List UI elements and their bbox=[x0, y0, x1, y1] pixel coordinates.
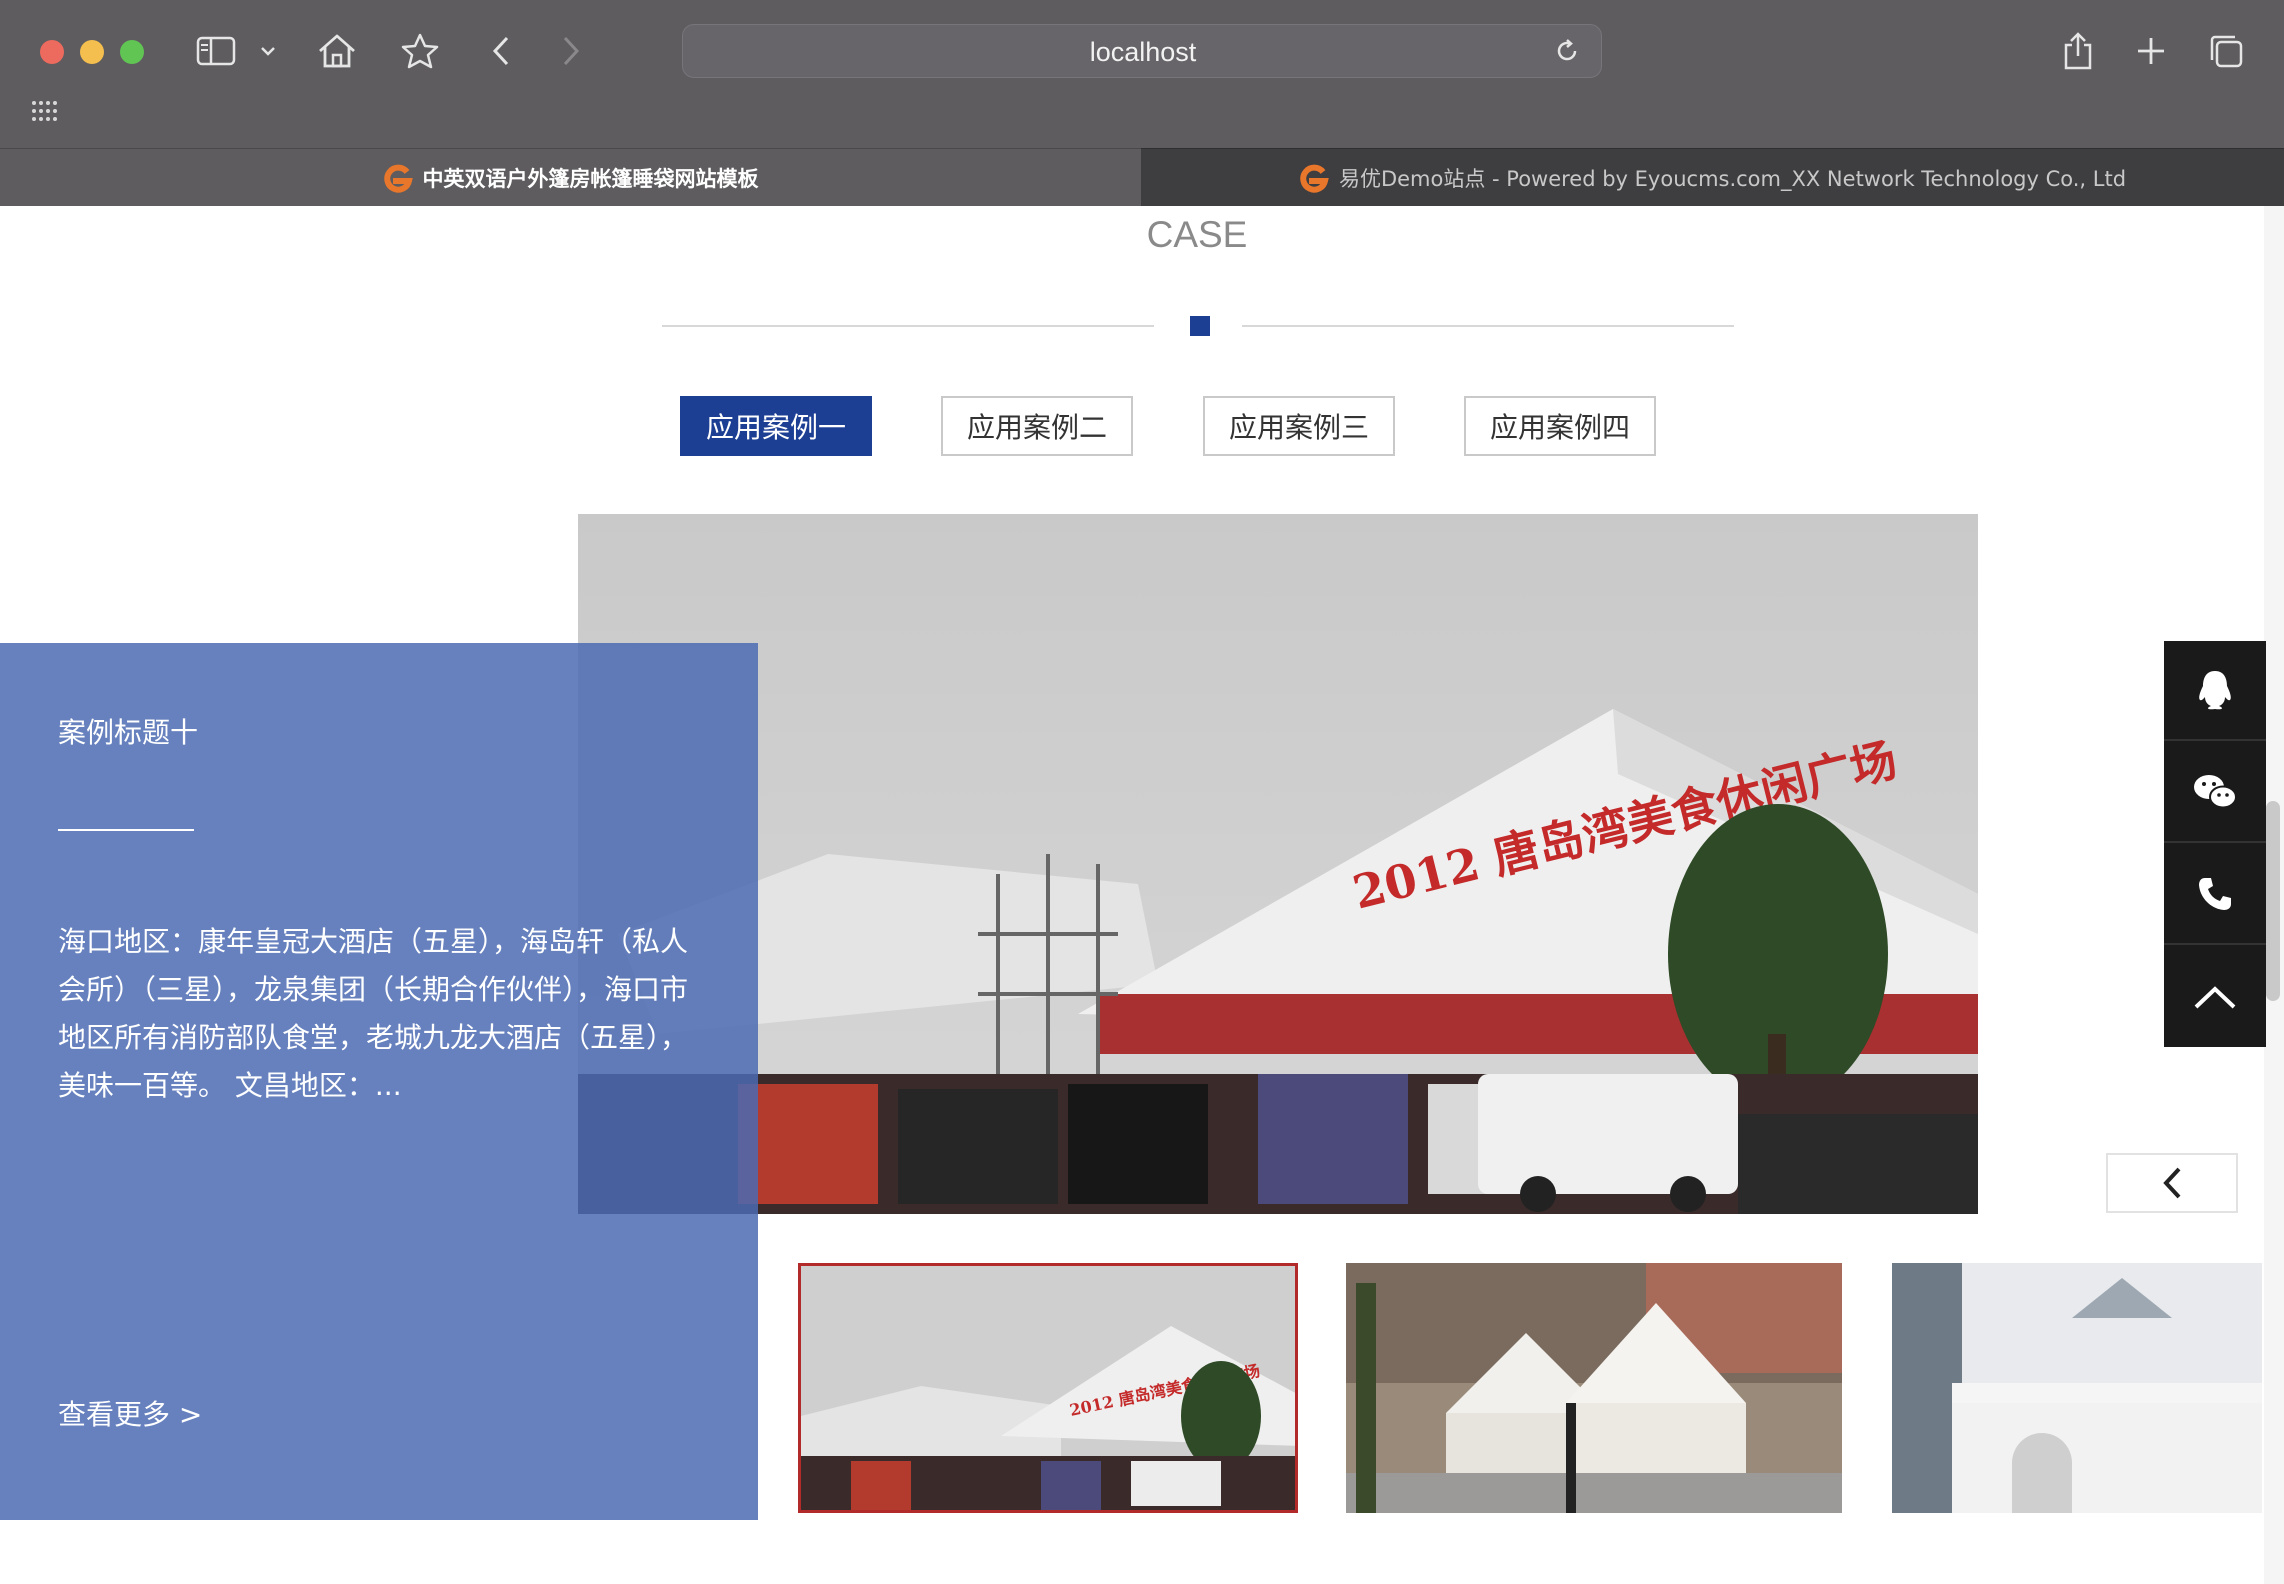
minimize-window-button[interactable] bbox=[80, 40, 104, 64]
phone-icon bbox=[2199, 878, 2231, 910]
tabs-icon[interactable] bbox=[2206, 24, 2246, 78]
plus-icon[interactable] bbox=[2132, 24, 2170, 78]
phone-button[interactable] bbox=[2164, 845, 2266, 945]
browser-toolbar: localhost bbox=[0, 0, 2284, 121]
chevron-left-icon bbox=[2163, 1167, 2181, 1199]
chevron-left-icon[interactable] bbox=[486, 24, 516, 78]
divider-line-right bbox=[1242, 325, 1734, 327]
share-icon[interactable] bbox=[2060, 24, 2096, 78]
close-window-button[interactable] bbox=[40, 40, 64, 64]
browser-chrome: localhost 中英双语户外篷房帐篷睡袋网站模板 易优Demo站点 - Po… bbox=[0, 0, 2284, 206]
carousel-prev-button[interactable] bbox=[2106, 1153, 2238, 1213]
case-title: 案例标题十 bbox=[58, 716, 199, 749]
scrollbar-thumb[interactable] bbox=[2266, 801, 2280, 1001]
address-bar[interactable]: localhost bbox=[682, 24, 1602, 78]
case-tab-3[interactable]: 应用案例三 bbox=[1203, 396, 1395, 456]
tab-inactive[interactable]: 易优Demo站点 - Powered by Eyoucms.com_XX Net… bbox=[1141, 148, 2284, 206]
qq-icon bbox=[2199, 671, 2231, 710]
wechat-button[interactable] bbox=[2164, 743, 2266, 843]
reload-icon[interactable] bbox=[1553, 37, 1581, 69]
case-tab-4[interactable]: 应用案例四 bbox=[1464, 396, 1656, 456]
web-page: CASE 应用案例一 应用案例二 应用案例三 应用案例四 2012 唐岛湾美食休… bbox=[0, 206, 2284, 1584]
case-description: 海口地区：康年皇冠大酒店（五星），海岛轩（私人会所）（三星），龙泉集团（长期合作… bbox=[58, 925, 689, 1102]
view-more-link[interactable]: 查看更多 > bbox=[58, 1393, 202, 1433]
tab-title: 易优Demo站点 - Powered by Eyoucms.com_XX Net… bbox=[1338, 166, 2127, 191]
case-thumbnail-3[interactable] bbox=[1892, 1263, 2262, 1513]
divider-square bbox=[1190, 316, 1210, 336]
case-info-panel: 案例标题十 海口地区：康年皇冠大酒店（五星），海岛轩（私人会所）（三星），龙泉集… bbox=[0, 643, 758, 1520]
grid-icon[interactable] bbox=[30, 96, 58, 126]
zoom-window-button[interactable] bbox=[120, 40, 144, 64]
side-toolbar bbox=[2164, 641, 2266, 1047]
chevron-right-icon[interactable] bbox=[556, 24, 586, 78]
tab-active[interactable]: 中英双语户外篷房帐篷睡袋网站模板 bbox=[0, 148, 1141, 206]
wechat-icon bbox=[2194, 775, 2237, 809]
case-thumbnail-1[interactable]: 2012 唐岛湾美食休闲广场 bbox=[798, 1263, 1298, 1513]
star-icon[interactable] bbox=[398, 24, 442, 78]
sidebar-icon[interactable] bbox=[192, 24, 240, 78]
section-title: CASE bbox=[1146, 214, 1248, 255]
case-tab-1[interactable]: 应用案例一 bbox=[680, 396, 872, 456]
tab-bar: 中英双语户外篷房帐篷睡袋网站模板 易优Demo站点 - Powered by E… bbox=[0, 148, 2284, 206]
case-tab-2[interactable]: 应用案例二 bbox=[941, 396, 1133, 456]
tab-title: 中英双语户外篷房帐篷睡袋网站模板 bbox=[422, 166, 759, 191]
case-title-underline bbox=[58, 829, 194, 831]
eyoucms-logo-icon bbox=[1300, 164, 1329, 193]
address-text: localhost bbox=[1089, 37, 1197, 67]
home-icon[interactable] bbox=[314, 24, 360, 78]
divider-line-left bbox=[662, 325, 1154, 327]
case-thumbnail-2[interactable] bbox=[1346, 1263, 1842, 1513]
case-main-image[interactable]: 2012 唐岛湾美食休闲广场 bbox=[578, 514, 1978, 1214]
back-to-top-button[interactable] bbox=[2164, 947, 2266, 1047]
qq-button[interactable] bbox=[2164, 641, 2266, 741]
eyoucms-logo-icon bbox=[383, 164, 413, 193]
chevron-down-icon[interactable] bbox=[256, 24, 280, 78]
back-to-top-icon bbox=[2194, 986, 2236, 1009]
